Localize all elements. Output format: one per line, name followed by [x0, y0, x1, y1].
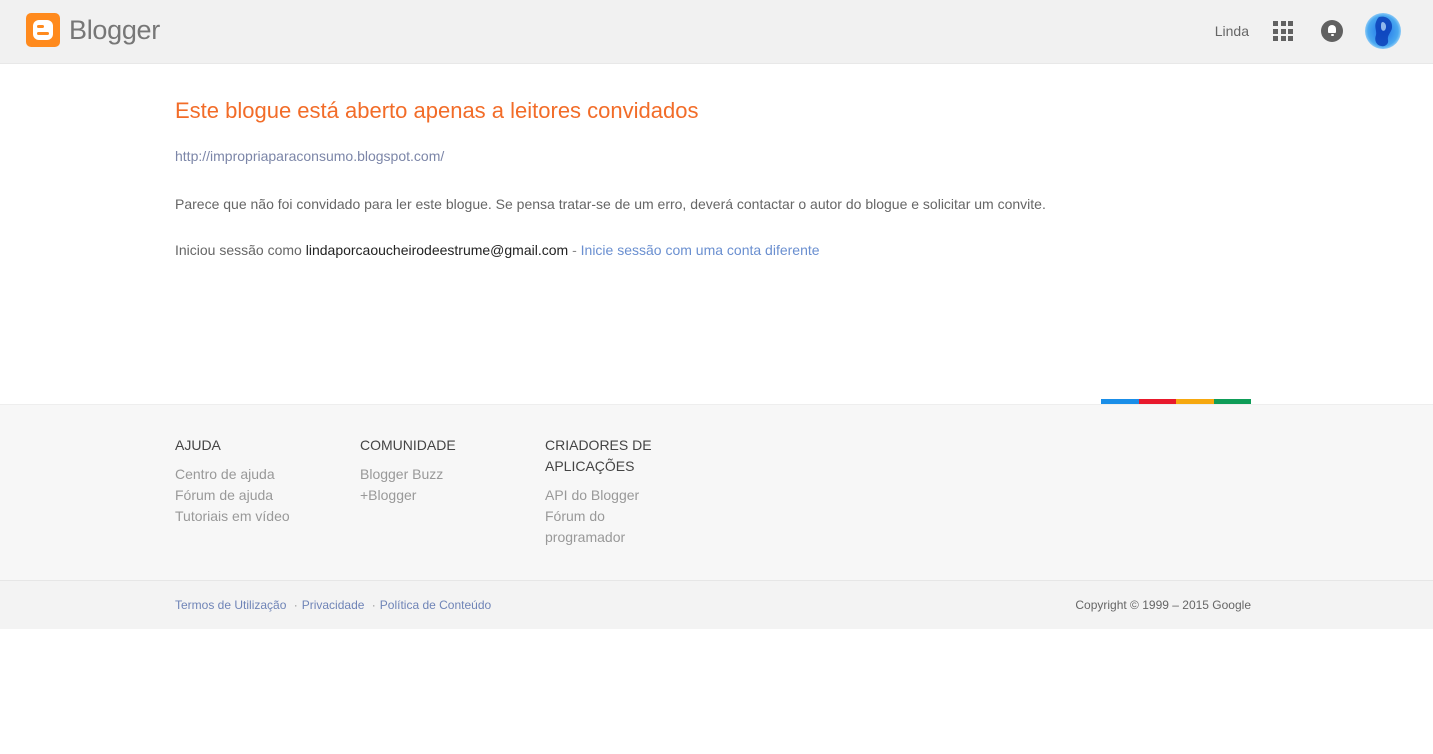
- main-content: Este blogue está aberto apenas a leitore…: [175, 64, 1251, 258]
- account-area: Linda: [1215, 12, 1401, 50]
- blogger-logo[interactable]: Blogger: [26, 13, 160, 47]
- legal-links: Termos de Utilização · Privacidade · Polít…: [175, 598, 491, 612]
- signed-in-prefix: Iniciou sessão como: [175, 242, 302, 258]
- copyright: Copyright © 1999 – 2015 Google: [1075, 598, 1251, 612]
- footer-link-blogger-buzz[interactable]: Blogger Buzz: [360, 464, 520, 485]
- invite-message: Parece que não foi convidado para ler es…: [175, 196, 1046, 212]
- page-title: Este blogue está aberto apenas a leitore…: [175, 98, 699, 123]
- content-policy-link[interactable]: Política de Conteúdo: [380, 598, 491, 612]
- apps-grid-icon[interactable]: [1273, 21, 1293, 41]
- footer-link-help-center[interactable]: Centro de ajuda: [175, 464, 335, 485]
- footer-heading-community: COMUNIDADE: [360, 437, 456, 453]
- blog-url-link[interactable]: http://impropriaparaconsumo.blogspot.com…: [175, 148, 1251, 164]
- privacy-link[interactable]: Privacidade: [302, 598, 365, 612]
- user-name[interactable]: Linda: [1215, 23, 1249, 39]
- avatar[interactable]: [1365, 13, 1401, 49]
- footer-link-video-tutorials[interactable]: Tutoriais em vídeo: [175, 506, 335, 527]
- footer-heading-help: AJUDA: [175, 437, 221, 453]
- footer: AJUDA Centro de ajuda Fórum de ajuda Tut…: [0, 404, 1433, 580]
- link-separator: ·: [293, 598, 298, 612]
- footer-column-help: AJUDA Centro de ajuda Fórum de ajuda Tut…: [175, 435, 335, 527]
- footer-link-plus-blogger[interactable]: +Blogger: [360, 485, 520, 506]
- separator: -: [572, 242, 577, 258]
- footer-heading-developers: CRIADORES DE APLICAÇÕES: [545, 437, 652, 474]
- footer-link-blogger-api[interactable]: API do Blogger: [545, 485, 655, 506]
- bell-icon[interactable]: [1321, 20, 1343, 42]
- switch-account-link[interactable]: Inicie sessão com uma conta diferente: [581, 242, 820, 258]
- signed-in-email: lindaporcaoucheirodeestrume@gmail.com: [305, 242, 569, 258]
- signed-in-line: Iniciou sessão como lindaporcaoucheirode…: [175, 242, 1251, 258]
- footer-link-help-forum[interactable]: Fórum de ajuda: [175, 485, 335, 506]
- footer-column-developers: CRIADORES DE APLICAÇÕES API do Blogger F…: [545, 435, 655, 548]
- brand-name: Blogger: [69, 14, 160, 45]
- blogger-logo-icon: [26, 13, 60, 47]
- top-bar: Blogger Linda: [0, 0, 1433, 64]
- bottom-bar: Termos de Utilização · Privacidade · Polít…: [0, 580, 1433, 629]
- terms-link[interactable]: Termos de Utilização: [175, 598, 286, 612]
- footer-column-community: COMUNIDADE Blogger Buzz +Blogger: [360, 435, 520, 506]
- link-separator: ·: [371, 598, 376, 612]
- footer-link-developer-forum[interactable]: Fórum do programador: [545, 506, 655, 548]
